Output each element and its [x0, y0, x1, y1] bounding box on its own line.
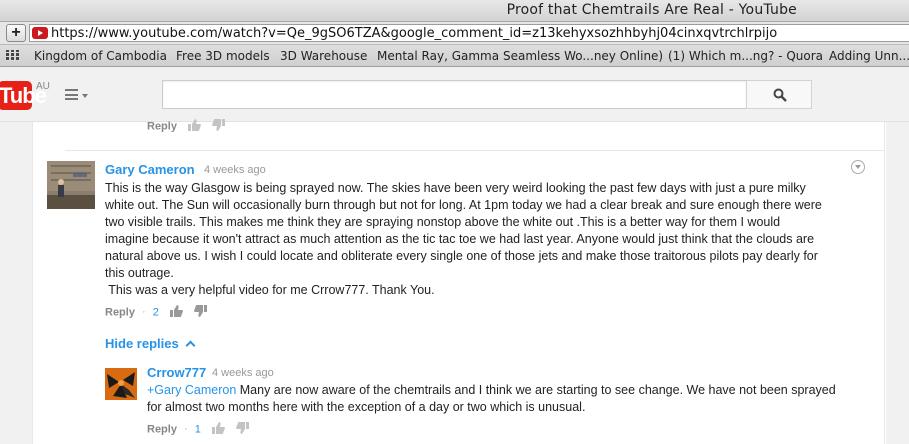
- reply-actions: Reply · 1: [147, 422, 250, 437]
- reply-timestamp[interactable]: 4 weeks ago: [212, 367, 274, 379]
- comment-line: two visible trails. This makes me think …: [105, 215, 781, 229]
- comment-line: This is the way Glasgow is being sprayed…: [105, 181, 806, 195]
- comment-line: white out. The Sun will occasionally bur…: [105, 198, 822, 212]
- thumbs-down-icon[interactable]: [194, 305, 208, 320]
- reply-link[interactable]: Reply: [147, 423, 177, 435]
- mention-link[interactable]: +Gary Cameron: [147, 383, 236, 397]
- address-bar-row: + https://www.youtube.com/watch?v=Qe_9gS…: [0, 22, 909, 45]
- reply-body: +Gary Cameron Many are now aware of the …: [147, 382, 877, 416]
- comment-divider: [65, 150, 885, 151]
- comment-author[interactable]: Gary Cameron: [105, 162, 195, 177]
- bookmarks-bar: Kingdom of Cambodia Free 3D models 3D Wa…: [0, 45, 909, 67]
- search-icon: [773, 88, 787, 102]
- youtube-favicon: [32, 27, 48, 39]
- comment-line: this outrage.: [105, 266, 174, 280]
- chevron-down-icon[interactable]: [82, 94, 88, 98]
- bookmark-item[interactable]: (1) Which m...ng? - Quora: [668, 49, 823, 63]
- bookmark-item[interactable]: Free 3D models: [176, 49, 270, 63]
- reply-line: +Gary Cameron Many are now aware of the …: [147, 382, 877, 399]
- chevron-up-icon: [185, 340, 196, 351]
- thumbs-up-icon[interactable]: [188, 119, 201, 134]
- separator: ·: [184, 423, 188, 436]
- reply-author[interactable]: Crrow777: [147, 365, 206, 380]
- comment-timestamp[interactable]: 4 weeks ago: [204, 164, 266, 176]
- youtube-logo[interactable]: Tube: [0, 81, 47, 110]
- url-text[interactable]: https://www.youtube.com/watch?v=Qe_9gSO6…: [51, 26, 777, 41]
- thumbs-down-icon[interactable]: [236, 422, 250, 437]
- avatar[interactable]: [105, 368, 137, 400]
- reply-link[interactable]: Reply: [147, 120, 177, 132]
- bookmarks-grid-icon[interactable]: [6, 50, 20, 61]
- comment-body: This is the way Glasgow is being sprayed…: [105, 180, 822, 299]
- like-count: 1: [194, 423, 201, 436]
- window-title: Proof that Chemtrails Are Real - YouTube: [506, 2, 797, 18]
- search-input[interactable]: [162, 80, 747, 109]
- comment-line: natural above us. I wish I could locate …: [105, 249, 818, 263]
- thumbs-up-icon[interactable]: [169, 305, 183, 320]
- options-chevron-icon[interactable]: [851, 160, 865, 174]
- thumbs-down-icon[interactable]: [212, 119, 226, 134]
- page-gutter-left: [0, 122, 32, 444]
- comment-actions: Reply · 2: [105, 305, 208, 320]
- reply-link[interactable]: Reply: [105, 306, 135, 318]
- thumbs-up-icon[interactable]: [211, 422, 225, 437]
- bookmark-item[interactable]: Mental Ray, Gamma: [377, 49, 499, 63]
- country-code: AU: [36, 81, 50, 92]
- bookmark-item[interactable]: Seamless Wo...ney Online): [503, 49, 663, 63]
- menu-icon[interactable]: [65, 89, 78, 100]
- bookmark-item[interactable]: Kingdom of Cambodia: [34, 49, 167, 63]
- reply-text: Many are now aware of the chemtrails and…: [236, 383, 836, 397]
- hide-replies-label: Hide replies: [105, 336, 179, 351]
- avatar[interactable]: [47, 161, 95, 209]
- previous-comment-actions: Reply: [147, 119, 226, 134]
- window-titlebar: Proof that Chemtrails Are Real - YouTube: [0, 0, 909, 22]
- page-gutter-right: [886, 122, 909, 444]
- comment-line: This was a very helpful video for me Crr…: [105, 283, 435, 297]
- search-button[interactable]: [746, 80, 812, 109]
- bookmark-item[interactable]: Adding Unn...: [829, 49, 909, 63]
- comment-line: imagine because it won't attract as much…: [105, 232, 815, 246]
- reply-line: for almost two months here with the exce…: [147, 400, 586, 414]
- new-tab-button[interactable]: +: [6, 24, 26, 42]
- hide-replies-toggle[interactable]: Hide replies: [105, 336, 196, 351]
- bookmark-item[interactable]: 3D Warehouse: [280, 49, 367, 63]
- like-count: 2: [152, 306, 159, 319]
- youtube-header: Tube AU: [0, 67, 909, 122]
- url-field[interactable]: https://www.youtube.com/watch?v=Qe_9gSO6…: [29, 24, 909, 42]
- separator: ·: [142, 306, 146, 319]
